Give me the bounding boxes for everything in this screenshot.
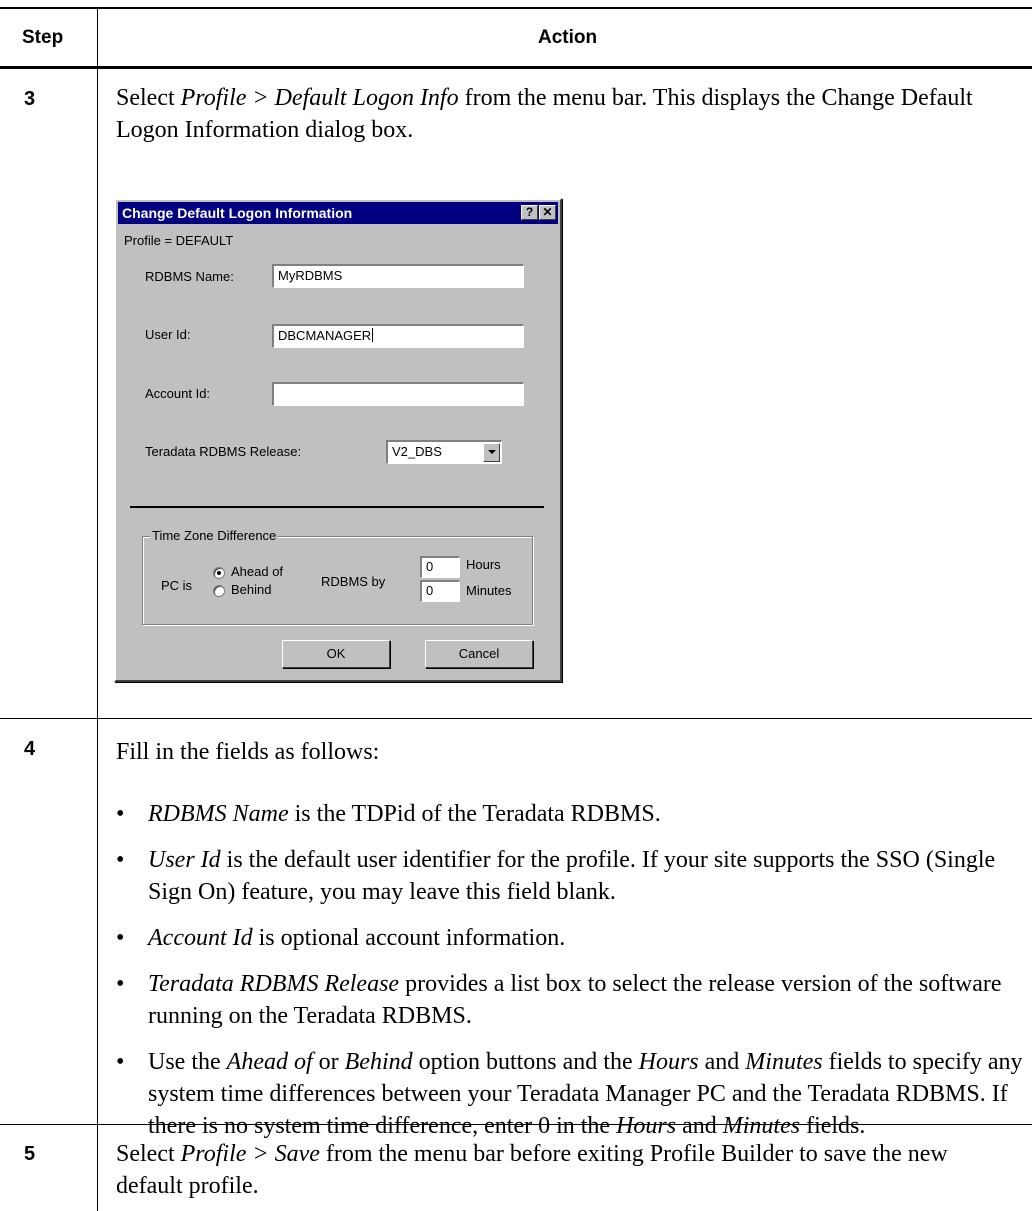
dialog-title: Change Default Logon Information — [122, 205, 353, 221]
column-header-step: Step — [22, 27, 64, 48]
procedure-table: Step Action 3 Select Profile > Default L… — [0, 0, 1032, 1211]
minutes-field[interactable]: 0 — [420, 580, 460, 602]
list-item: • RDBMS Name is the TDPid of the Teradata… — [116, 801, 661, 827]
behind-radio[interactable] — [213, 585, 225, 597]
table-top-rule — [0, 7, 1032, 9]
behind-label[interactable]: Behind — [231, 582, 271, 597]
pc-is-label: PC is — [161, 578, 193, 593]
field-description-list: • RDBMS Name is the TDPid of the Teradata… — [116, 798, 1026, 1156]
ok-button[interactable]: OK — [282, 640, 390, 668]
account-id-field[interactable] — [272, 382, 524, 406]
user-id-label: User Id: — [145, 327, 191, 342]
step-5-text: Select Profile > Save from the menu bar … — [116, 1141, 948, 1199]
step-number: 5 — [24, 1143, 36, 1165]
ahead-of-label[interactable]: Ahead of — [231, 564, 283, 579]
step-4-intro: Fill in the fields as follows: — [116, 739, 380, 765]
step-3-text: Select Profile > Default Logon Info from… — [116, 85, 973, 143]
hours-label: Hours — [466, 557, 501, 572]
dialog-titlebar[interactable]: Change Default Logon Information ? ✕ — [118, 202, 558, 224]
cancel-button[interactable]: Cancel — [425, 640, 533, 668]
step-number: 3 — [24, 88, 36, 110]
list-item: • Account Id is optional account informat… — [116, 925, 566, 951]
release-select[interactable]: V2_DBS — [386, 440, 502, 464]
rdbms-name-label: RDBMS Name: — [145, 269, 234, 284]
minutes-label: Minutes — [466, 583, 512, 598]
rdbms-by-label: RDBMS by — [321, 574, 386, 589]
close-icon[interactable]: ✕ — [539, 205, 556, 220]
rdbms-name-field[interactable]: MyRDBMS — [272, 264, 524, 288]
row-divider-3-4 — [0, 718, 1032, 719]
list-item: • Teradata RDBMS Release provides a list … — [116, 971, 1002, 1029]
column-header-action: Action — [538, 27, 598, 48]
header-bottom-rule — [0, 66, 1032, 69]
list-item: • Use the Ahead of or Behind option butto… — [116, 1049, 1023, 1139]
step-number: 4 — [24, 738, 36, 760]
column-divider — [97, 8, 98, 1211]
release-label: Teradata RDBMS Release: — [145, 444, 302, 459]
chevron-down-icon[interactable] — [483, 443, 500, 462]
ahead-of-radio[interactable] — [213, 567, 225, 579]
help-icon[interactable]: ? — [521, 205, 538, 220]
time-zone-group-title: Time Zone Difference — [150, 528, 279, 543]
profile-line: Profile = DEFAULT — [124, 233, 234, 248]
change-default-logon-dialog: Change Default Logon Information ? ✕ Pro… — [114, 198, 562, 682]
dialog-separator — [130, 506, 544, 508]
account-id-label: Account Id: — [145, 386, 211, 401]
hours-field[interactable]: 0 — [420, 556, 460, 578]
user-id-field[interactable]: DBCMANAGER — [272, 324, 524, 348]
list-item: • User Id is the default user identifier … — [116, 847, 996, 905]
